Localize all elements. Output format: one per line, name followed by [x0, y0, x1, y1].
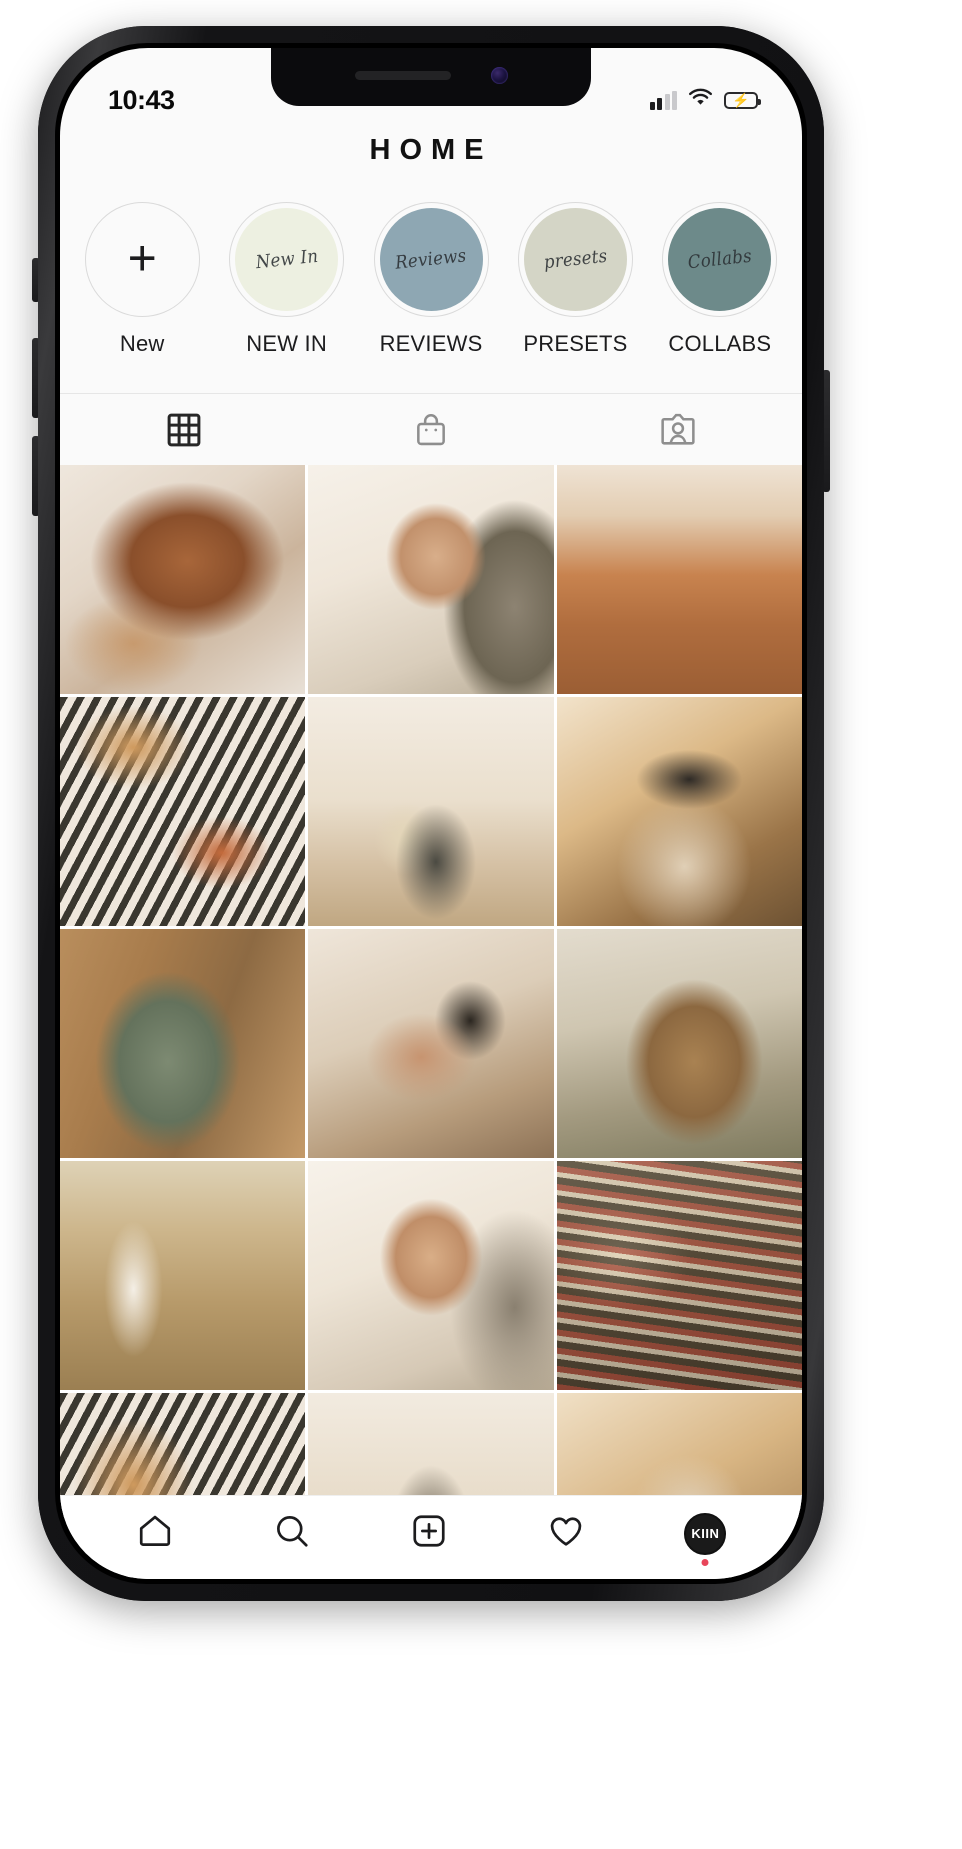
page-title: HOME	[369, 134, 493, 166]
cellular-signal-icon	[649, 90, 677, 110]
phone-screen: 10:43 ⚡ HOME + New New In NEW IN Reviews…	[60, 48, 802, 1579]
status-icon-group: ⚡	[649, 88, 761, 112]
display-notch	[271, 48, 591, 106]
highlight-collabs-label: COLLABS	[668, 331, 772, 356]
grid-post[interactable]	[60, 1161, 306, 1390]
highlight-new-ring: +	[84, 202, 200, 317]
battery-charging-icon: ⚡	[724, 91, 761, 109]
profile-avatar[interactable]: KIIN	[684, 1512, 727, 1555]
bottom-navigation-bar: KIIN	[60, 1495, 802, 1579]
phone-bezel: 10:43 ⚡ HOME + New New In NEW IN Reviews…	[55, 43, 807, 1584]
screenshot-root: 10:43 ⚡ HOME + New New In NEW IN Reviews…	[0, 0, 962, 1849]
highlight-reviews-label: REVIEWS	[379, 331, 483, 356]
wifi-icon	[688, 88, 713, 112]
nav-activity[interactable]	[547, 1512, 585, 1555]
highlight-presets-script: presets	[542, 245, 609, 274]
grid-post[interactable]	[308, 697, 554, 926]
add-post-icon	[410, 1512, 448, 1555]
highlight-presets-fill: presets	[523, 208, 627, 311]
highlight-new-in-fill: New In	[235, 208, 339, 311]
highlight-reviews[interactable]: Reviews REVIEWS	[359, 202, 503, 357]
grid-icon	[165, 411, 203, 449]
tagged-icon	[659, 411, 697, 449]
front-camera-icon	[490, 66, 508, 84]
grid-post[interactable]	[556, 697, 802, 926]
plus-icon: +	[127, 229, 157, 286]
highlight-collabs-script: Collabs	[686, 245, 753, 274]
shop-bag-icon	[412, 411, 450, 449]
highlight-new-in-ring: New In	[229, 202, 345, 317]
highlight-collabs[interactable]: Collabs COLLABS	[648, 202, 792, 357]
story-highlights-row: + New New In NEW IN Reviews REVIEWS pres…	[60, 188, 802, 369]
grid-post[interactable]	[308, 1161, 554, 1390]
tab-grid[interactable]	[60, 394, 307, 465]
highlight-reviews-fill: Reviews	[379, 208, 483, 311]
highlight-new-in-script: New In	[254, 245, 319, 274]
highlight-presets-label: PRESETS	[523, 331, 628, 356]
highlight-presets[interactable]: presets PRESETS	[503, 202, 647, 357]
search-icon	[273, 1512, 311, 1555]
grid-post[interactable]	[60, 697, 306, 926]
grid-post[interactable]	[308, 1393, 554, 1495]
notification-badge	[701, 1558, 709, 1566]
grid-post[interactable]	[556, 465, 802, 694]
grid-post[interactable]	[556, 929, 802, 1158]
tab-shop[interactable]	[307, 394, 554, 465]
highlight-reviews-script: Reviews	[394, 245, 468, 274]
nav-profile[interactable]: KIIN	[684, 1512, 727, 1566]
grid-post[interactable]	[60, 1393, 306, 1495]
highlight-new[interactable]: + New	[70, 202, 214, 357]
highlight-new-in[interactable]: New In NEW IN	[214, 202, 358, 357]
heart-icon	[547, 1512, 585, 1555]
photo-grid	[60, 465, 802, 1495]
grid-post[interactable]	[556, 1393, 802, 1495]
highlight-new-in-label: NEW IN	[246, 331, 327, 356]
highlight-collabs-ring: Collabs	[662, 202, 778, 317]
phone-body: 10:43 ⚡ HOME + New New In NEW IN Reviews…	[38, 26, 824, 1601]
grid-post[interactable]	[556, 1161, 802, 1390]
status-time: 10:43	[108, 84, 175, 115]
highlight-reviews-ring: Reviews	[373, 202, 489, 317]
nav-search[interactable]	[273, 1512, 311, 1555]
earpiece-speaker	[354, 70, 451, 80]
highlight-collabs-fill: Collabs	[668, 208, 772, 311]
nav-add-post[interactable]	[410, 1512, 448, 1555]
home-icon	[136, 1512, 174, 1555]
grid-post[interactable]	[60, 465, 306, 694]
tab-tagged[interactable]	[555, 394, 802, 465]
highlight-new-fill: +	[90, 208, 194, 311]
profile-tab-bar	[60, 393, 802, 465]
grid-post[interactable]	[308, 929, 554, 1158]
nav-home[interactable]	[136, 1512, 174, 1555]
highlight-presets-ring: presets	[517, 202, 633, 317]
highlight-new-label: New	[119, 331, 165, 356]
grid-post[interactable]	[60, 929, 306, 1158]
grid-post[interactable]	[308, 465, 554, 694]
